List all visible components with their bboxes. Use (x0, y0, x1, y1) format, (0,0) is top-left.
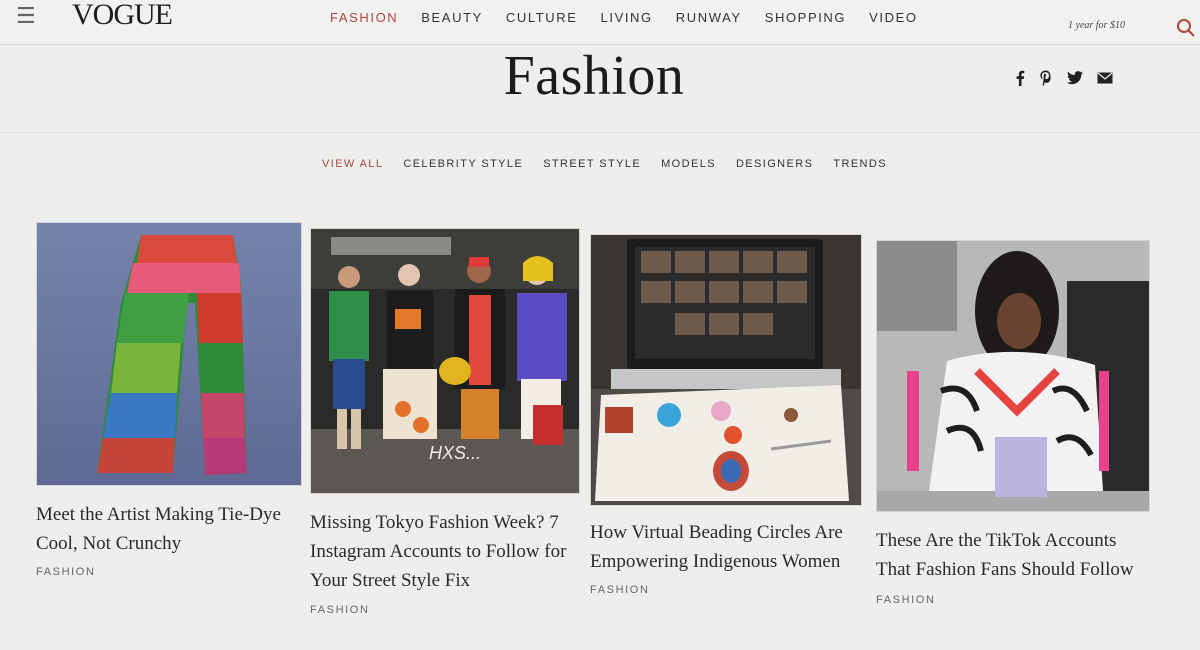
twitter-icon[interactable] (1067, 71, 1083, 85)
article-card-2[interactable]: HXS... Missing Tokyo Fashion Week? 7 Ins… (310, 228, 580, 628)
facebook-icon[interactable] (1015, 70, 1025, 86)
article-card-3[interactable]: How Virtual Beading Circles Are Empoweri… (590, 234, 862, 614)
article-card-1[interactable]: Meet the Artist Making Tie-Dye Cool, Not… (36, 222, 302, 602)
email-icon[interactable] (1097, 72, 1113, 84)
article-title[interactable]: How Virtual Beading Circles Are Empoweri… (590, 518, 850, 576)
nav-culture[interactable]: CULTURE (506, 10, 578, 25)
article-tag[interactable]: FASHION (590, 584, 650, 596)
article-title[interactable]: These Are the TikTok Accounts That Fashi… (876, 526, 1146, 584)
virtual-beading-illustration (591, 235, 861, 505)
nav-living[interactable]: LIVING (601, 10, 653, 25)
hamburger-icon[interactable]: ☰ (16, 6, 36, 28)
logo[interactable]: VOGUE (72, 0, 173, 32)
article-title[interactable]: Missing Tokyo Fashion Week? 7 Instagram … (310, 508, 572, 595)
article-image-virtual-beading[interactable] (590, 234, 862, 506)
subnav-view-all[interactable]: VIEW ALL (322, 158, 383, 170)
tie-dye-pants-illustration (37, 223, 301, 485)
page-title-text: Fashion (503, 45, 685, 107)
search-icon[interactable] (1176, 18, 1196, 38)
pinterest-icon[interactable] (1039, 70, 1053, 86)
sub-nav: VIEW ALL CELEBRITY STYLE STREET STYLE MO… (322, 158, 907, 170)
article-image-tiktok[interactable] (876, 240, 1150, 512)
nav-video[interactable]: VIDEO (869, 10, 917, 25)
image-overlay-text: HXS... (429, 443, 482, 463)
article-image-tie-dye-pants[interactable] (36, 222, 302, 486)
article-card-4[interactable]: These Are the TikTok Accounts That Fashi… (876, 240, 1152, 620)
social-share (1015, 70, 1113, 86)
article-title[interactable]: Meet the Artist Making Tie-Dye Cool, Not… (36, 500, 286, 558)
subnav-street-style[interactable]: STREET STYLE (543, 158, 641, 170)
subnav-models[interactable]: MODELS (661, 158, 716, 170)
subnav-trends[interactable]: TRENDS (833, 158, 887, 170)
main-nav: FASHION BEAUTY CULTURE LIVING RUNWAY SHO… (330, 10, 941, 25)
nav-beauty[interactable]: BEAUTY (421, 10, 483, 25)
article-tag[interactable]: FASHION (36, 566, 96, 578)
nav-shopping[interactable]: SHOPPING (765, 10, 846, 25)
article-tag[interactable]: FASHION (876, 594, 936, 606)
article-tag[interactable]: FASHION (310, 604, 370, 616)
subscribe-link[interactable]: 1 year for $10 (1068, 20, 1125, 31)
tiktok-illustration (877, 241, 1149, 511)
subnav-designers[interactable]: DESIGNERS (736, 158, 813, 170)
nav-runway[interactable]: RUNWAY (676, 10, 742, 25)
top-bar: ☰ VOGUE FASHION BEAUTY CULTURE LIVING RU… (0, 0, 1200, 45)
article-image-tokyo-street-style[interactable]: HXS... (310, 228, 580, 494)
subnav-celebrity-style[interactable]: CELEBRITY STYLE (403, 158, 523, 170)
nav-fashion[interactable]: FASHION (330, 10, 398, 25)
header-divider (0, 132, 1200, 133)
